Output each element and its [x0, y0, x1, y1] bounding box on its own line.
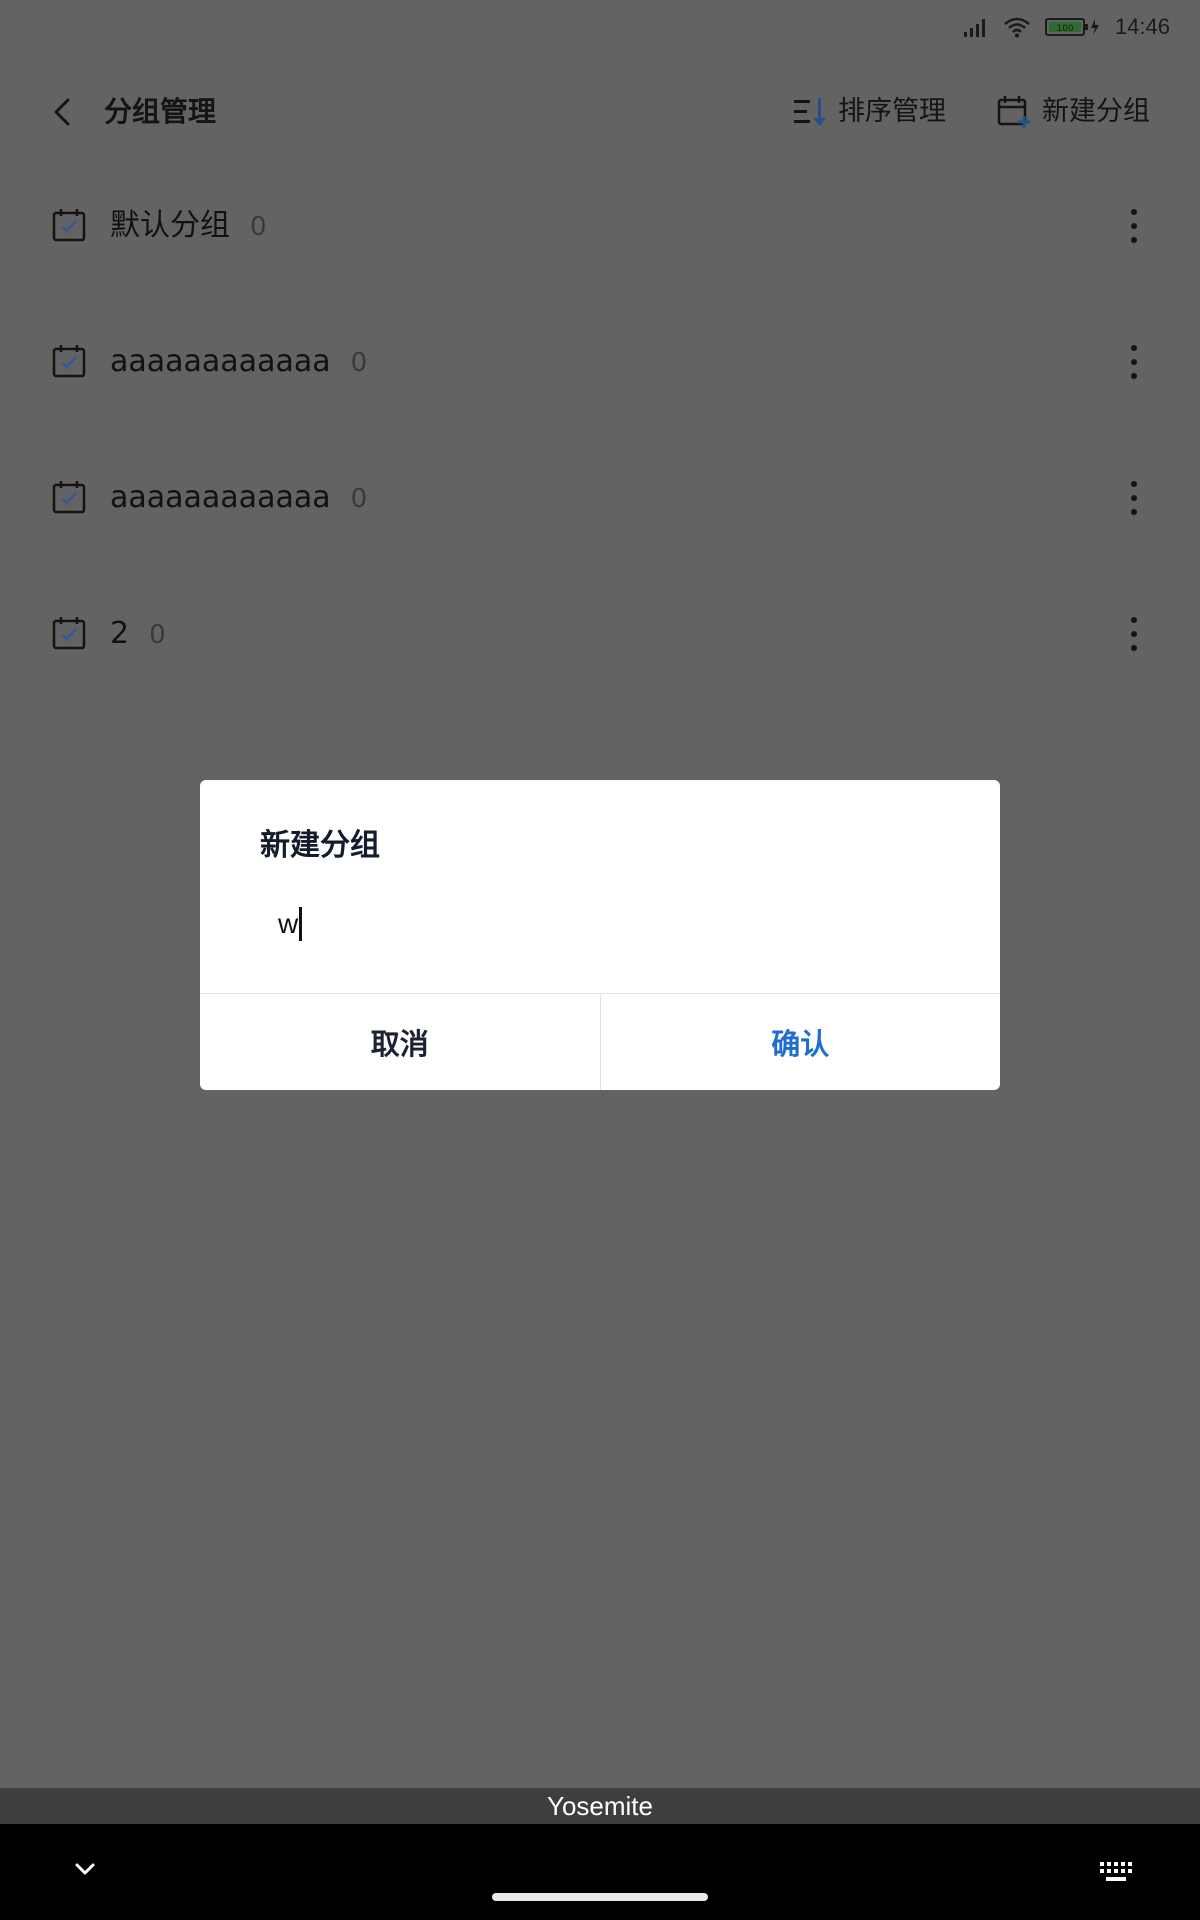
status-bar: 100 14:46 — [0, 0, 1200, 60]
hide-keyboard-icon[interactable] — [70, 1854, 100, 1884]
group-row[interactable]: aaaaaaaaaaaa 0 — [0, 298, 1200, 434]
dialog-title: 新建分组 — [260, 828, 380, 863]
group-name-text: aaaaaaaaaaaa — [110, 344, 331, 379]
signal-icon — [963, 19, 985, 37]
group-count: 0 — [149, 620, 166, 650]
group-name: 20 — [110, 614, 166, 655]
new-group-header-label: 新建分组 — [1042, 96, 1150, 127]
cancel-button[interactable]: 取消 — [200, 994, 601, 1090]
confirm-button[interactable]: 确认 — [601, 994, 1001, 1090]
sort-icon — [794, 98, 826, 126]
text-caret — [299, 907, 303, 941]
new-group-header-button[interactable]: 新建分组 — [996, 92, 1150, 132]
group-count: 0 — [250, 212, 267, 242]
status-icons: 100 14:46 — [963, 14, 1170, 40]
new-group-dialog: 新建分组 w 取消 确认 — [200, 780, 1000, 1090]
back-icon[interactable] — [44, 94, 80, 130]
group-name-text: 2 — [110, 616, 130, 651]
group-name-input[interactable]: w — [278, 902, 303, 946]
group-name: aaaaaaaaaaaa 0 — [110, 478, 367, 519]
home-indicator[interactable] — [492, 1893, 708, 1901]
sort-management-label: 排序管理 — [838, 96, 946, 127]
more-vertical-icon[interactable] — [1124, 478, 1144, 518]
group-row[interactable]: 20 — [0, 570, 1200, 706]
svg-text:100: 100 — [1056, 24, 1073, 34]
page-title: 分组管理 — [104, 95, 217, 128]
group-list: 默认分组 0 aaaaaaaaaaaa 0 aaaaaaaaaaaa 0 2 0 — [0, 162, 1200, 706]
group-row[interactable]: aaaaaaaaaaaa 0 — [0, 434, 1200, 570]
header: 分组管理 排序管理 新建分组 — [0, 80, 1200, 144]
dialog-actions: 取消 确认 — [200, 993, 1000, 1090]
clock: 14:46 — [1114, 14, 1170, 39]
group-name: 默认分组 0 — [110, 206, 267, 247]
more-vertical-icon[interactable] — [1124, 342, 1144, 382]
group-name-input-value: w — [278, 908, 299, 939]
group-count: 0 — [350, 348, 368, 378]
navigation-bar — [0, 1824, 1200, 1920]
keyboard-switch-icon[interactable] — [1098, 1860, 1134, 1884]
group-count: 0 — [350, 484, 368, 514]
wifi-icon — [1004, 17, 1030, 38]
calendar-check-icon — [52, 481, 86, 514]
calendar-check-icon — [52, 345, 86, 378]
battery-icon: 100 — [1044, 18, 1099, 36]
keyboard-suggestion[interactable]: Yosemite — [0, 1788, 1200, 1824]
group-row[interactable]: 默认分组 0 — [0, 162, 1200, 298]
group-name-text: 默认分组 — [110, 208, 230, 243]
group-name-text: aaaaaaaaaaaa — [110, 480, 331, 515]
sort-management-button[interactable]: 排序管理 — [792, 92, 946, 132]
calendar-add-icon — [997, 96, 1030, 128]
calendar-check-icon — [52, 617, 86, 650]
calendar-check-icon — [52, 209, 86, 242]
group-name: aaaaaaaaaaaa 0 — [110, 342, 367, 383]
more-vertical-icon[interactable] — [1124, 614, 1144, 654]
more-vertical-icon[interactable] — [1124, 206, 1144, 246]
